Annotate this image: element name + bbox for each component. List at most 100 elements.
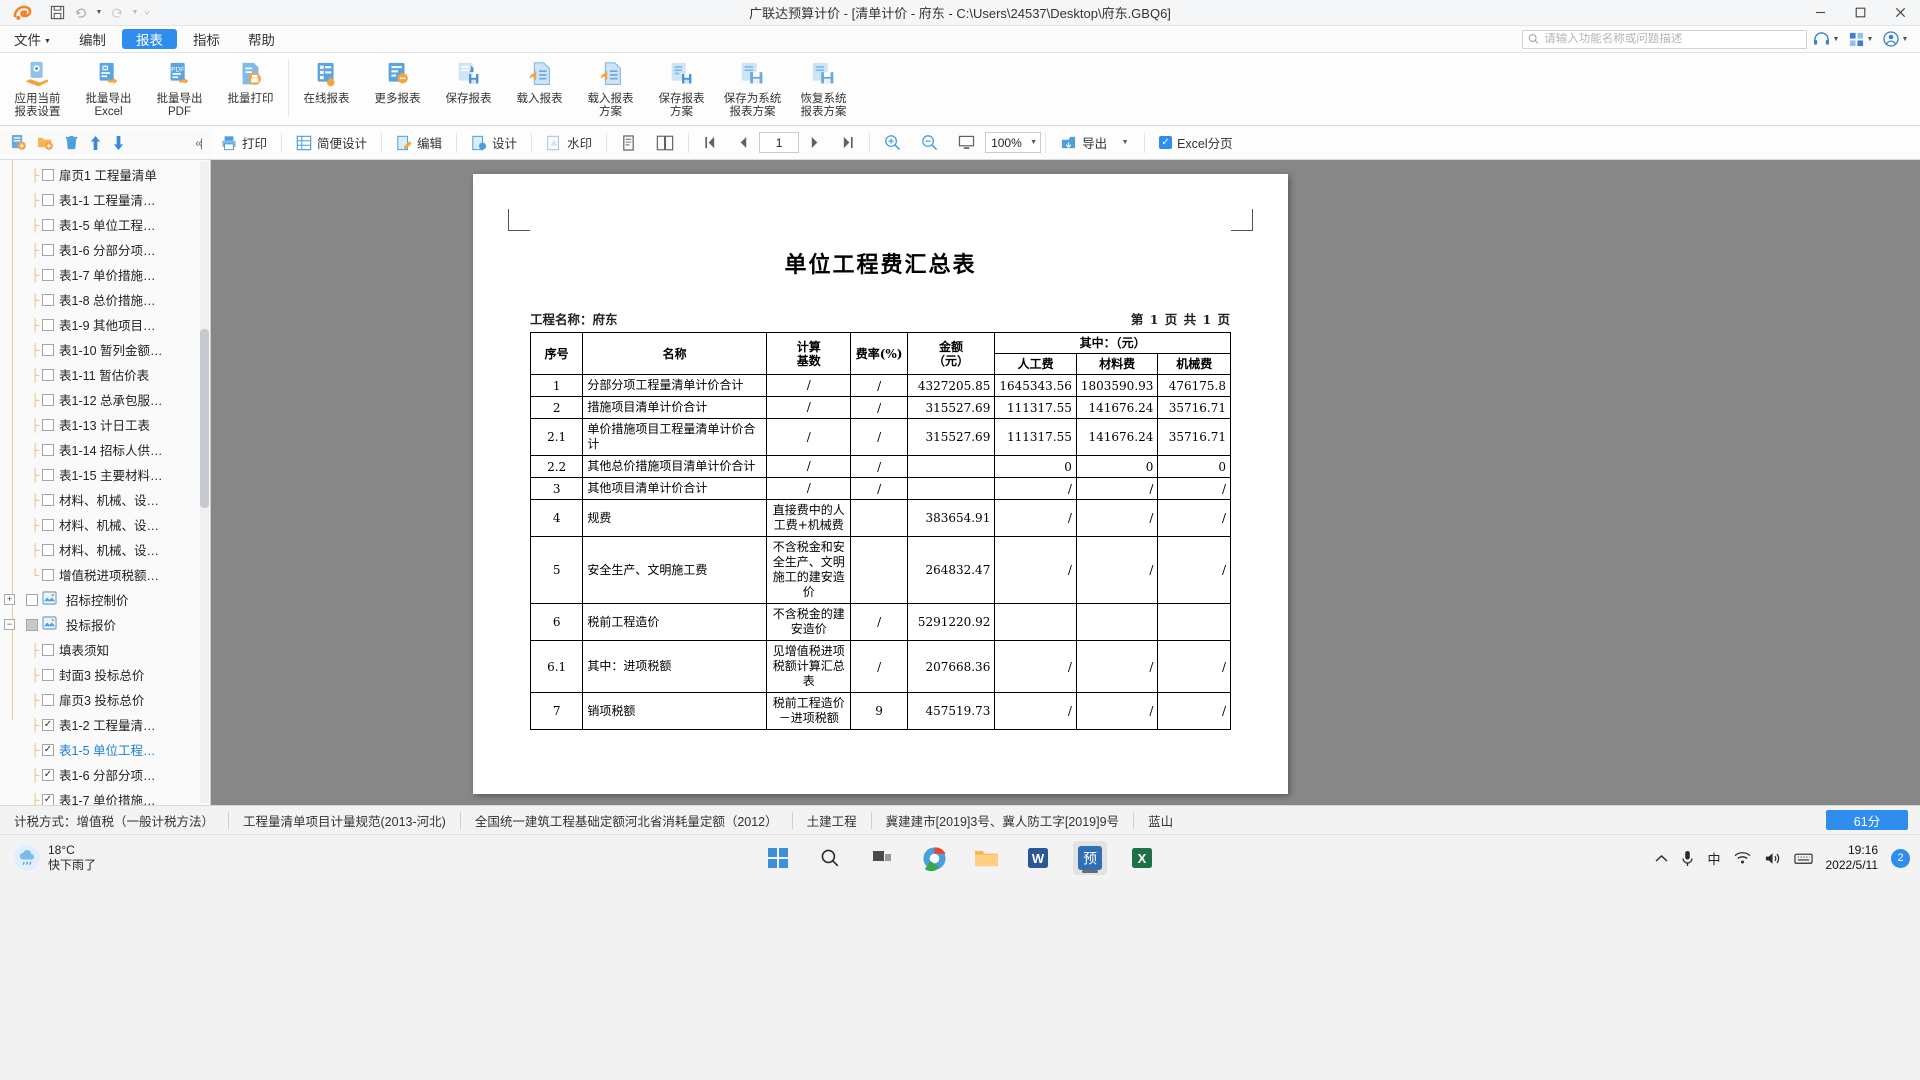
- tree-item[interactable]: ├ 表1-11 暂估价表: [0, 362, 210, 387]
- fit-page-button[interactable]: [948, 130, 985, 156]
- tree-item-checkbox[interactable]: [42, 343, 54, 356]
- tree-item[interactable]: ├ 表1-9 其他项目…: [0, 312, 210, 337]
- tree-item-checkbox[interactable]: [42, 643, 54, 656]
- double-page-view-button[interactable]: [646, 130, 684, 156]
- close-button[interactable]: [1880, 0, 1920, 26]
- report-preview-area[interactable]: 单位工程费汇总表 工程名称：府东 第 1 页 共 1 页 序号 名称 计算 基数…: [211, 160, 1920, 805]
- tree-expander[interactable]: +: [4, 594, 15, 605]
- collapse-panel-icon[interactable]: «|: [195, 136, 203, 150]
- redo-dropdown-caret[interactable]: ▼: [130, 9, 140, 16]
- watermark-button[interactable]: 水印: [536, 130, 602, 156]
- browser-button[interactable]: [917, 841, 951, 875]
- word-button[interactable]: W: [1021, 841, 1055, 875]
- user-account-icon[interactable]: ▼: [1881, 31, 1912, 47]
- tree-item-checkbox[interactable]: [42, 568, 54, 581]
- excel-pagination-checkbox[interactable]: ✓ Excel分页: [1149, 130, 1243, 156]
- tree-item[interactable]: ├ 表1-1 工程量清…: [0, 187, 210, 212]
- more-report-button[interactable]: 更多报表: [362, 53, 433, 123]
- task-view-button[interactable]: [865, 841, 899, 875]
- tree-item[interactable]: ├ 扉页1 工程量清单: [0, 162, 210, 187]
- zoom-in-button[interactable]: [874, 130, 911, 156]
- start-button[interactable]: [761, 841, 795, 875]
- tree-item[interactable]: ├ 封面3 投标总价: [0, 662, 210, 687]
- menu-item-help[interactable]: 帮助: [234, 26, 289, 52]
- tree-item-checkbox[interactable]: [42, 393, 54, 406]
- tree-item-checkbox[interactable]: [42, 543, 54, 556]
- taskbar-search-button[interactable]: [813, 841, 847, 875]
- service-icon[interactable]: ▼: [1811, 31, 1843, 47]
- tree-item[interactable]: ├ ✓ 表1-2 工程量清…: [0, 712, 210, 737]
- tree-item-checkbox[interactable]: [42, 168, 54, 181]
- arrow-down-icon[interactable]: [112, 135, 125, 151]
- tree-item-checkbox[interactable]: ✓: [42, 768, 54, 781]
- maximize-button[interactable]: [1840, 0, 1880, 26]
- tree-item[interactable]: + 招标控制价: [0, 587, 210, 612]
- tree-expander[interactable]: −: [4, 619, 15, 630]
- sidebar-scroll-thumb[interactable]: [200, 328, 209, 509]
- tree-item[interactable]: └ 增值税进项税额…: [0, 562, 210, 587]
- print-button[interactable]: 打印: [211, 130, 277, 156]
- page-number-input[interactable]: 1: [759, 132, 800, 153]
- batch-export-pdf-button[interactable]: PDF 批量导出 PDF: [144, 53, 215, 123]
- trash-icon[interactable]: [64, 135, 79, 151]
- tree-item[interactable]: ├ 表1-7 单价措施…: [0, 262, 210, 287]
- load-report-scheme-button[interactable]: 载入报表 方案: [575, 53, 646, 123]
- apps-grid-icon[interactable]: ▼: [1847, 32, 1877, 47]
- tree-item-checkbox[interactable]: [42, 243, 54, 256]
- tree-item[interactable]: ├ 表1-13 计日工表: [0, 412, 210, 437]
- tree-item[interactable]: ├ 表1-8 总价措施…: [0, 287, 210, 312]
- menu-item-indicator[interactable]: 指标: [179, 26, 234, 52]
- menu-item-report[interactable]: 报表: [121, 29, 177, 49]
- tree-item-checkbox[interactable]: [42, 318, 54, 331]
- edit-button[interactable]: 编辑: [386, 130, 452, 156]
- tree-item-checkbox[interactable]: ✓: [42, 718, 54, 731]
- tree-item-checkbox[interactable]: [42, 368, 54, 381]
- single-page-view-button[interactable]: [611, 130, 646, 156]
- tree-item-checkbox[interactable]: [42, 443, 54, 456]
- chevron-double-down-icon[interactable]: ⩒: [142, 7, 152, 18]
- zoom-out-button[interactable]: [911, 130, 948, 156]
- tree-item-checkbox[interactable]: [42, 668, 54, 681]
- tree-item-checkbox[interactable]: [42, 268, 54, 281]
- tree-item-checkbox[interactable]: [42, 218, 54, 231]
- menu-item-file[interactable]: 文件 ▼: [0, 26, 65, 52]
- menu-item-compile[interactable]: 编制: [65, 26, 120, 52]
- tree-item[interactable]: ├ ✓ 表1-6 分部分项…: [0, 762, 210, 787]
- tree-item[interactable]: ├ 表1-5 单位工程…: [0, 212, 210, 237]
- tree-item[interactable]: ├ 表1-12 总承包服…: [0, 387, 210, 412]
- save-report-scheme-button[interactable]: 保存报表 方案: [646, 53, 717, 123]
- tree-item-checkbox[interactable]: ✓: [42, 793, 54, 805]
- zoom-level-select[interactable]: 100% ▼: [985, 132, 1042, 153]
- tree-item[interactable]: ├ 材料、机械、设…: [0, 487, 210, 512]
- report-tree[interactable]: ├ 扉页1 工程量清单 ├ 表1-1 工程量清… ├ 表1-5 单位工程… ├ 表1-6 分部…: [0, 160, 210, 805]
- file-explorer-button[interactable]: [969, 841, 1003, 875]
- tree-item-checkbox[interactable]: [26, 618, 38, 631]
- tree-item[interactable]: ├ 扉页3 投标总价: [0, 687, 210, 712]
- tree-item-checkbox[interactable]: [42, 293, 54, 306]
- apply-current-report-settings-button[interactable]: 应用当前 报表设置: [2, 53, 73, 123]
- window-controls[interactable]: [1800, 0, 1920, 26]
- design-button[interactable]: 设计: [461, 130, 527, 156]
- batch-print-button[interactable]: 批量打印: [215, 53, 286, 123]
- tree-item[interactable]: ├ 材料、机械、设…: [0, 512, 210, 537]
- first-page-button[interactable]: [693, 130, 727, 156]
- arrow-up-icon[interactable]: [89, 135, 102, 151]
- tree-item[interactable]: ├ 表1-10 暂列金额…: [0, 337, 210, 362]
- glodon-app-button[interactable]: 预: [1073, 841, 1107, 875]
- load-report-button[interactable]: 载入报表: [504, 53, 575, 123]
- redo-icon[interactable]: [106, 3, 128, 23]
- search-input[interactable]: [1544, 33, 1801, 45]
- tree-item-checkbox[interactable]: [42, 193, 54, 206]
- tree-item-checkbox[interactable]: [42, 468, 54, 481]
- tree-item[interactable]: ├ 表1-6 分部分项…: [0, 237, 210, 262]
- simple-design-button[interactable]: 简便设计: [286, 130, 377, 156]
- online-report-button[interactable]: 在线报表: [291, 53, 362, 123]
- search-box[interactable]: [1522, 29, 1807, 49]
- tree-item-checkbox[interactable]: [42, 493, 54, 506]
- excel-button[interactable]: X: [1125, 841, 1159, 875]
- tree-item-checkbox[interactable]: [42, 518, 54, 531]
- tree-item[interactable]: ├ ✓ 表1-5 单位工程…: [0, 737, 210, 762]
- score-badge[interactable]: 61分: [1826, 810, 1908, 830]
- quick-access-toolbar[interactable]: ▼ ▼ ⩒: [46, 3, 152, 23]
- batch-export-excel-button[interactable]: 批量导出 Excel: [73, 53, 144, 123]
